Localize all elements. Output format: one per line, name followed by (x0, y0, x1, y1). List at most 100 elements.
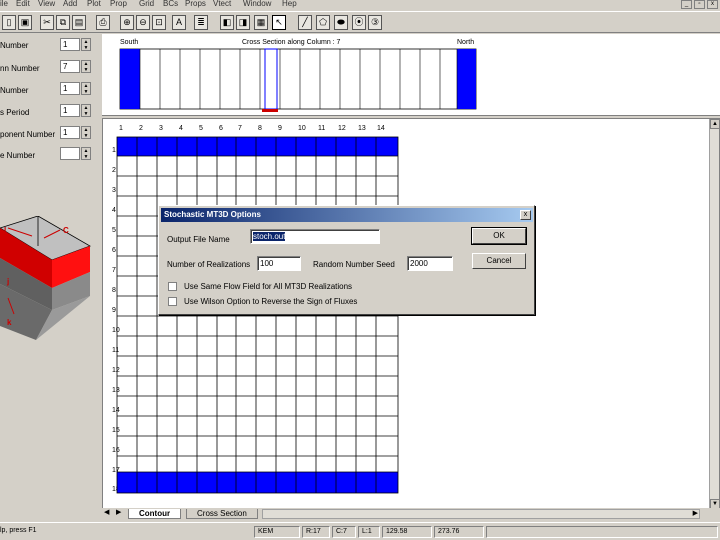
dialog-close-button[interactable]: x (520, 210, 531, 220)
realizations-label: Number of Realizations (167, 260, 251, 269)
window-controls: _ ▫ x (681, 0, 718, 9)
stress-period-spinner[interactable]: ▲ ▼ (81, 104, 91, 117)
save-icon[interactable]: ▣ (18, 15, 32, 30)
draw-line-icon[interactable]: ╱ (298, 15, 312, 30)
stress-period-label: s Period (0, 108, 30, 117)
grid-view[interactable]: 1 2 3 4 5 6 7 8 9 10 11 12 13 14 1 2 3 4… (102, 118, 720, 520)
report-icon[interactable]: ≣ (194, 15, 208, 30)
status-y-coordinate: 273.76 (434, 526, 484, 538)
wilson-option-checkbox[interactable] (168, 297, 177, 306)
grid-orientation-cube (0, 216, 91, 340)
menu-bcs[interactable]: BCs (163, 0, 178, 8)
status-column: C:7 (332, 526, 356, 538)
copy-icon[interactable]: ⧉ (56, 15, 70, 30)
component-number-label: ponent Number (0, 130, 56, 139)
layer-number-field[interactable]: 1 (60, 38, 80, 51)
tab-cross-section[interactable]: Cross Section (186, 509, 258, 519)
restore-button[interactable]: ▫ (694, 0, 705, 9)
paste-icon[interactable]: ▤ (72, 15, 86, 30)
cancel-button[interactable]: Cancel (472, 253, 526, 269)
menu-props[interactable]: Props (185, 0, 206, 8)
tab-nav-right-icon[interactable]: ▶ (116, 508, 121, 516)
menu-bar: ile Edit View Add Plot Prop Grid BCs Pro… (0, 0, 720, 11)
cut-icon[interactable]: ✂ (40, 15, 54, 30)
left-panel: Number 1 ▲ ▼ nn Number 7 ▲ ▼ Number 1 ▲ ▼ s… (0, 34, 100, 520)
column-number-spinner[interactable]: ▲ ▼ (81, 60, 91, 73)
output-file-label: Output File Name (167, 235, 230, 244)
zoom-extent-icon[interactable]: ⊡ (152, 15, 166, 30)
scroll-right-icon[interactable]: ▶ (693, 509, 698, 517)
component-number-spinner[interactable]: ▲ ▼ (81, 126, 91, 139)
status-row: R:17 (302, 526, 330, 538)
status-empty-cell (486, 526, 718, 538)
cube-label-k: k (7, 318, 12, 327)
menu-vtect[interactable]: Vtect (213, 0, 231, 8)
cube-label-i: I (4, 226, 7, 235)
tab-nav-left-icon[interactable]: ◀ (104, 508, 109, 516)
zoom-out-icon[interactable]: ⊖ (136, 15, 150, 30)
well-icon[interactable]: ⦿ (352, 15, 366, 30)
status-layer: L:1 (358, 526, 380, 538)
select-arrow-icon[interactable]: ↖ (272, 15, 286, 30)
draw-ellipse-icon[interactable]: ⬬ (334, 15, 348, 30)
minimize-button[interactable]: _ (681, 0, 692, 9)
row-number-spinner[interactable]: ▲ ▼ (81, 82, 91, 95)
vertical-scrollbar[interactable]: ▲ ▼ (709, 119, 720, 509)
cube-label-c: C (63, 226, 69, 235)
ok-button[interactable]: OK (471, 227, 527, 245)
stochastic-mt3d-options-dialog: Stochastic MT3D Options x Output File Na… (158, 205, 535, 315)
layer-color-icon[interactable]: ◧ (220, 15, 234, 30)
time-number-spinner[interactable]: ▲ ▼ (81, 147, 91, 160)
layer-copy-icon[interactable]: ◨ (236, 15, 250, 30)
display-icon[interactable]: ▦ (254, 15, 268, 30)
menu-grid[interactable]: Grid (139, 0, 154, 8)
row-number-field[interactable]: 1 (60, 82, 80, 95)
view-tabs: ◀ ▶ Contour Cross Section ▶ (102, 508, 720, 520)
stress-period-field[interactable]: 1 (60, 104, 80, 117)
menu-prop[interactable]: Prop (110, 0, 127, 8)
layer-number-spinner[interactable]: ▲ ▼ (81, 38, 91, 51)
menu-view[interactable]: View (38, 0, 55, 8)
time-number-field[interactable] (60, 147, 80, 160)
output-file-input[interactable]: stoch.out (250, 229, 380, 244)
row-number-label: Number (0, 86, 29, 95)
column-number-label: nn Number (0, 64, 40, 73)
seed-label: Random Number Seed (313, 260, 395, 269)
cube-label-j: j (7, 277, 10, 286)
zoom-in-icon[interactable]: ⊕ (120, 15, 134, 30)
cross-section-panel[interactable]: South Cross Section along Column : 7 Nor… (102, 34, 720, 116)
dialog-title-bar[interactable]: Stochastic MT3D Options x (161, 208, 533, 222)
menu-edit[interactable]: Edit (16, 0, 30, 8)
time-number-label: e Number (0, 151, 36, 160)
print-icon[interactable]: ⎙ (96, 15, 110, 30)
horizontal-scrollbar[interactable]: ▶ (262, 509, 700, 519)
status-help-text: lp, press F1 (0, 527, 37, 534)
menu-help[interactable]: Hep (282, 0, 297, 8)
toolbar: ▯ ▣ ✂ ⧉ ▤ ⎙ ⊕ ⊖ ⊡ A ≣ ◧ ◨ ▦ ↖ ╱ ⬠ ⬬ ⦿ ③ (0, 11, 720, 33)
status-bar: lp, press F1 KEM R:17 C:7 L:1 129.58 273… (0, 522, 720, 540)
menu-plot[interactable]: Plot (87, 0, 101, 8)
seed-input[interactable]: 2000 (407, 256, 453, 271)
draw-polygon-icon[interactable]: ⬠ (316, 15, 330, 30)
wilson-option-label: Use Wilson Option to Reverse the Sign of… (184, 297, 358, 306)
column-number-field[interactable]: 7 (60, 60, 80, 73)
layer-number-label: Number (0, 41, 29, 50)
same-flow-field-label: Use Same Flow Field for All MT3D Realiza… (184, 282, 353, 291)
status-x-coordinate: 129.58 (382, 526, 432, 538)
menu-file[interactable]: ile (0, 0, 8, 8)
component-number-field[interactable]: 1 (60, 126, 80, 139)
close-button[interactable]: x (707, 0, 718, 9)
same-flow-field-checkbox[interactable] (168, 282, 177, 291)
menu-add[interactable]: Add (63, 0, 77, 8)
scroll-up-button[interactable]: ▲ (710, 119, 720, 129)
cross-section-drawing (119, 48, 477, 112)
menu-window[interactable]: Window (243, 0, 271, 8)
new-file-icon[interactable]: ▯ (2, 15, 16, 30)
text-icon[interactable]: A (172, 15, 186, 30)
run-icon[interactable]: ③ (368, 15, 382, 30)
status-mode: KEM (254, 526, 300, 538)
dialog-title: Stochastic MT3D Options (164, 210, 261, 219)
tab-contour[interactable]: Contour (128, 509, 182, 519)
output-file-value: stoch.out (253, 232, 286, 241)
realizations-input[interactable]: 100 (257, 256, 301, 271)
